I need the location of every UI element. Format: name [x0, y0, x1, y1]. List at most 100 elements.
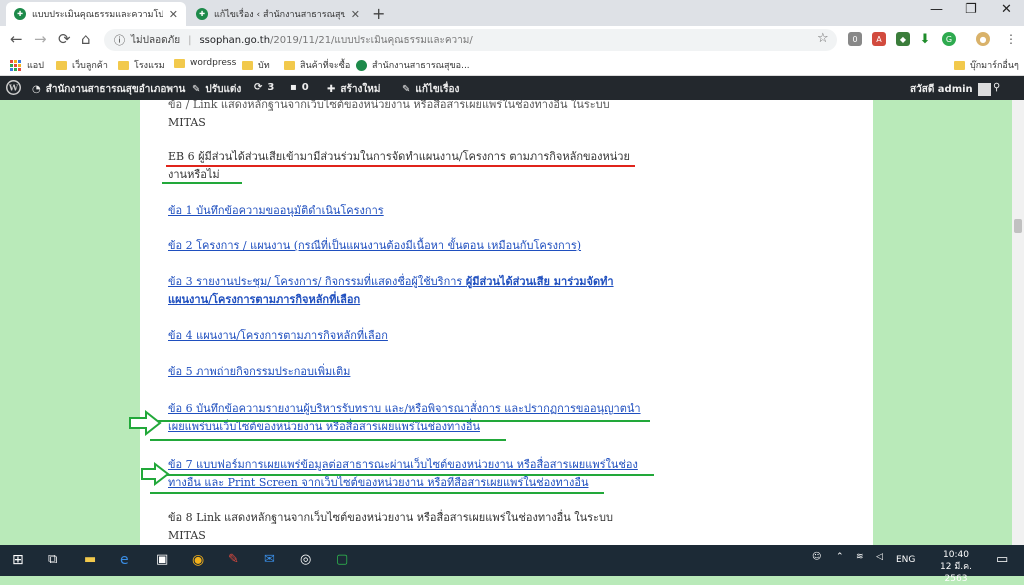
extension-icon[interactable]: 0 [848, 32, 862, 46]
address-bar[interactable]: ⓘ ไม่ปลอดภัย | ssophan.go.th /2019/11/21… [104, 29, 837, 51]
store-icon[interactable]: ▣ [156, 552, 168, 567]
admin-edit-post[interactable]: ✎ แก้ไขเรื่อง [402, 82, 459, 97]
chrome-icon[interactable]: ◉ [192, 552, 204, 568]
admin-new-content[interactable]: ✚ สร้างใหม่ [327, 82, 380, 97]
bookmark-folder[interactable]: บัท [242, 58, 270, 72]
forward-button[interactable]: → [34, 30, 47, 48]
bookmark-label: เว็บลูกค้า [72, 61, 108, 71]
green-underline-mark [150, 492, 604, 494]
item3-bold-text[interactable]: ผู้มีส่วนได้ส่วนเสีย มาร่วมจัดทำ [466, 275, 614, 288]
bookmark-label: โรงแรม [134, 61, 165, 71]
customize-label: ปรับแต่ง [205, 84, 242, 95]
bookmark-folder[interactable]: โรงแรม [118, 58, 165, 72]
restore-button[interactable]: ❐ [965, 2, 977, 17]
item-link-5[interactable]: ข้อ 5 ภาพถ่ายกิจกรรมประกอบเพิ่มเติม [168, 363, 648, 381]
pencil-icon: ✎ [402, 84, 411, 95]
people-icon[interactable]: ☺ [812, 552, 821, 562]
apps-grid-icon [10, 59, 21, 71]
notifications-icon[interactable]: ▭ [996, 552, 1008, 567]
task-view-icon[interactable]: ⧉ [48, 552, 57, 567]
admin-site-name[interactable]: ◔ สำนักงานสาธารณสุขอำเภอพาน [32, 82, 185, 97]
page-scrollbar[interactable] [1012, 100, 1024, 545]
menu-kebab-icon[interactable]: ⋮ [1004, 32, 1018, 46]
network-icon[interactable]: ≋ [856, 552, 864, 562]
back-button[interactable]: ← [10, 30, 23, 48]
tab-ita-assessment[interactable]: ✚ แบบประเมินคุณธรรมและความโปร่งใสฯ ✕ [6, 2, 186, 26]
close-icon[interactable]: ✕ [169, 8, 178, 21]
new-tab-button[interactable]: + [372, 4, 385, 23]
bookmarks-bar: แอป เว็บลูกค้า โรงแรม wordpress บัท สินค… [0, 54, 1024, 76]
item7-line2[interactable]: ทางอื่น และ Print Screen จากเว็บไซต์ของห… [168, 474, 648, 492]
admin-account[interactable]: สวัสดี admin [910, 82, 991, 97]
profile-avatar[interactable]: ● [976, 32, 990, 46]
tray-chevron-icon[interactable]: ⌃ [836, 552, 844, 562]
wp-logo-icon[interactable]: W [6, 80, 21, 95]
info-icon[interactable]: ⓘ [114, 32, 125, 48]
item-link-6[interactable]: ข้อ 6 บันทึกข้อความรายงานผู้บริหารรับทรา… [168, 400, 648, 436]
windows-start-icon[interactable]: ⊞ [12, 552, 24, 568]
input-language[interactable]: ENG [896, 555, 915, 565]
wp-admin-bar: W ◔ สำนักงานสาธารณสุขอำเภอพาน ✎ ปรับแต่ง… [0, 76, 1024, 100]
admin-comments[interactable]: ▪ 0 [290, 82, 309, 93]
other-bookmarks[interactable]: บุ๊กมาร์กอื่นๆ [954, 58, 1019, 72]
home-button[interactable]: ⌂ [81, 30, 91, 48]
app-icon[interactable]: ◎ [300, 552, 311, 567]
cube-extension-icon[interactable]: ◆ [896, 32, 910, 46]
tab-title: แบบประเมินคุณธรรมและความโปร่งใสฯ [32, 10, 163, 20]
text-line: MITAS [168, 116, 206, 129]
item-link-1[interactable]: ข้อ 1 บันทึกข้อความขออนุมัติดำเนินโครงกา… [168, 202, 648, 220]
file-explorer-icon[interactable]: ▬ [84, 552, 96, 567]
item8-line1: ข้อ 8 Link แสดงหลักฐานจากเว็บไซต์ของหน่ว… [168, 511, 613, 524]
close-window-button[interactable]: ✕ [1001, 2, 1012, 17]
updates-icon: ⟳ [254, 82, 263, 93]
folder-icon [242, 60, 253, 70]
bookmark-folder[interactable]: เว็บลูกค้า [56, 58, 108, 72]
brush-icon: ✎ [192, 84, 201, 95]
green-underline-mark [150, 474, 654, 476]
tab-edit-post[interactable]: ✚ แก้ไขเรื่อง ‹ สำนักงานสาธารณสุขอำเภ ✕ [188, 2, 368, 26]
volume-icon[interactable]: ◁ [876, 552, 883, 562]
site-favicon-icon: ✚ [196, 8, 208, 20]
admin-customize[interactable]: ✎ ปรับแต่ง [192, 82, 241, 97]
item-link-4[interactable]: ข้อ 4 แผนงาน/โครงการตามภารกิจหลักที่เลือ… [168, 327, 648, 345]
pdf-extension-icon[interactable]: A [872, 32, 886, 46]
download-extension-icon[interactable]: ⬇ [918, 32, 932, 47]
scrollbar-thumb[interactable] [1014, 219, 1022, 233]
comment-icon: ▪ [290, 82, 297, 93]
bookmark-folder[interactable]: สินค้าที่จะซื้อ [284, 58, 350, 72]
paint-icon[interactable]: ✎ [228, 552, 239, 567]
bookmark-label: แอป [27, 61, 44, 71]
bookmark-star-icon[interactable]: ☆ [817, 31, 829, 46]
item6-line1[interactable]: ข้อ 6 บันทึกข้อความรายงานผู้บริหารรับทรา… [168, 400, 648, 418]
dashboard-icon: ◔ [32, 84, 41, 95]
minimize-button[interactable]: — [930, 2, 943, 17]
item-link-2[interactable]: ข้อ 2 โครงการ / แผนงาน (กรณีที่เป็นแผนงา… [168, 237, 648, 255]
bookmark-label: สินค้าที่จะซื้อ [300, 61, 351, 71]
bookmark-site[interactable]: สำนักงานสาธารณสุขอ... [356, 58, 470, 72]
security-label: ไม่ปลอดภัย [131, 34, 181, 46]
taskbar-clock[interactable]: 10:40 12 มี.ค. 2563 [928, 549, 984, 585]
mail-icon[interactable]: ✉ [264, 552, 275, 567]
url-host: ssophan.go.th [199, 34, 271, 46]
item7-line1[interactable]: ข้อ 7 แบบฟอร์มการเผยแพร่ข้อมูลต่อสาธารณะ… [168, 456, 648, 474]
browser-toolbar: ← → ⟳ ⌂ ⓘ ไม่ปลอดภัย | ssophan.go.th /20… [0, 26, 1024, 54]
bookmark-label: บุ๊กมาร์กอื่นๆ [970, 61, 1019, 71]
bookmark-label: wordpress [190, 58, 237, 68]
green-underline-mark [162, 182, 242, 184]
edge-icon[interactable]: e [120, 552, 129, 568]
bookmark-apps[interactable]: แอป [10, 58, 44, 72]
close-icon[interactable]: ✕ [351, 8, 360, 21]
grammar-extension-icon[interactable]: G [942, 32, 956, 46]
item-link-3[interactable]: ข้อ 3 รายงานประชุม/ โครงการ/ กิจกรรมที่แ… [168, 273, 648, 309]
reload-button[interactable]: ⟳ [58, 30, 71, 48]
site-favicon-icon: ✚ [14, 8, 26, 20]
item3-bold-line2[interactable]: แผนงาน/โครงการตามภารกิจหลักที่เลือก [168, 291, 648, 309]
clock-time: 10:40 [943, 550, 969, 560]
site-icon [356, 59, 367, 71]
admin-search-icon[interactable]: ⚲ [993, 82, 1000, 93]
admin-updates[interactable]: ⟳ 3 [254, 82, 274, 93]
omnibox-divider: | [188, 34, 192, 46]
item3-text[interactable]: ข้อ 3 รายงานประชุม/ โครงการ/ กิจกรรมที่แ… [168, 275, 466, 288]
line-app-icon[interactable]: ▢ [336, 552, 348, 567]
bookmark-folder[interactable]: wordpress [174, 58, 236, 68]
